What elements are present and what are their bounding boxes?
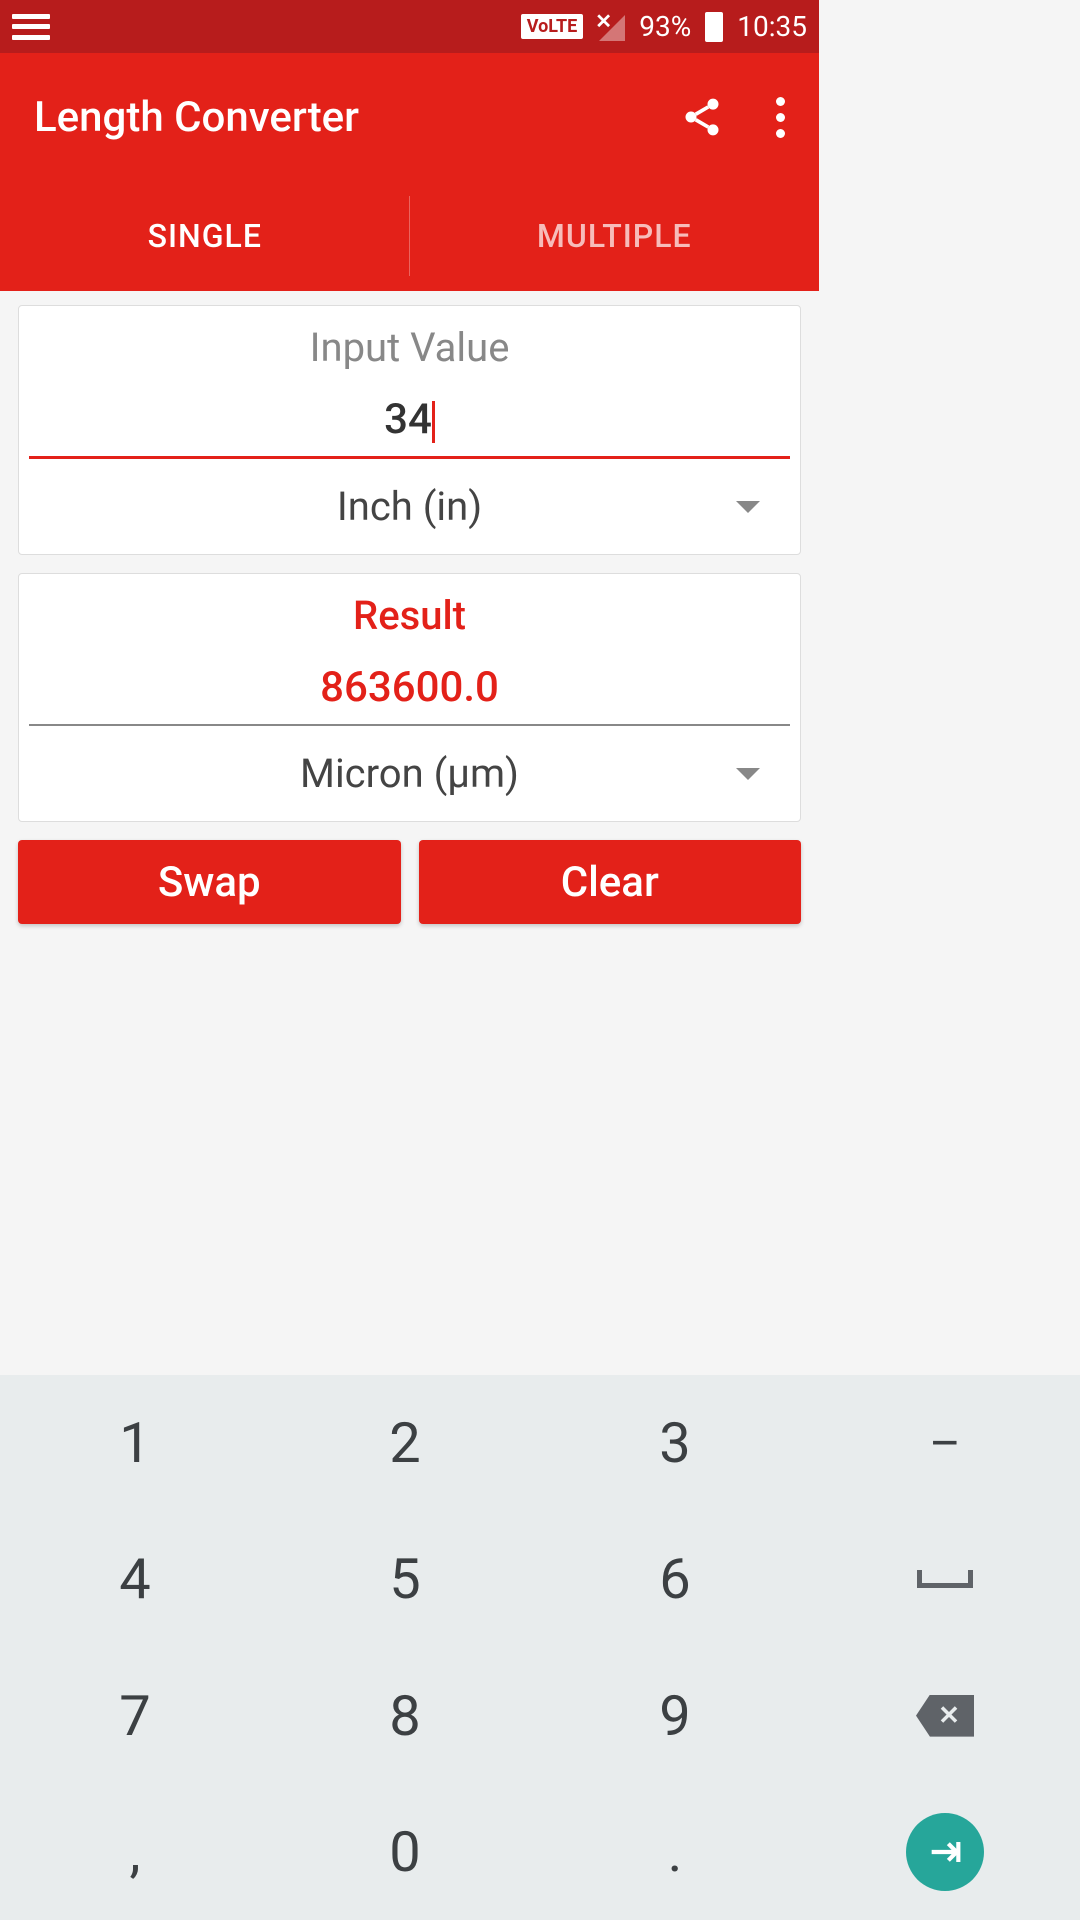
volte-badge: VoLTE [521, 14, 584, 39]
key-0[interactable]: 0 [270, 1784, 540, 1920]
tab-multiple[interactable]: MULTIPLE [410, 181, 820, 291]
battery-percent: 93% [639, 10, 691, 43]
key-7[interactable]: 7 [0, 1648, 270, 1784]
key-8[interactable]: 8 [270, 1648, 540, 1784]
tabs: SINGLE MULTIPLE [0, 181, 819, 291]
key-dot[interactable]: . [540, 1784, 810, 1920]
input-label: Input Value [29, 324, 790, 371]
key-6[interactable]: 6 [540, 1511, 810, 1647]
result-unit-text: Micron (µm) [300, 750, 519, 797]
enter-icon [906, 1813, 984, 1891]
result-unit-dropdown[interactable]: Micron (µm) [29, 726, 790, 821]
content-area: Input Value 34 Inch (in) Result 863600.0… [0, 291, 819, 938]
result-label: Result [29, 592, 790, 639]
share-icon[interactable] [680, 95, 724, 139]
input-value-field[interactable]: 34 [29, 395, 790, 459]
clear-button[interactable]: Clear [419, 840, 802, 924]
text-cursor [432, 401, 435, 443]
key-5[interactable]: 5 [270, 1511, 540, 1647]
tab-single[interactable]: SINGLE [0, 181, 410, 291]
input-value: 34 [384, 395, 432, 444]
status-bar: VoLTE ✕ 93% 10:35 [0, 0, 819, 53]
key-minus[interactable]: – [810, 1375, 1080, 1511]
result-value: 863600.0 [320, 663, 499, 712]
input-card: Input Value 34 Inch (in) [18, 305, 801, 555]
signal-icon: ✕ [597, 13, 625, 41]
numeric-keyboard: 1 2 3 – 4 5 6 7 8 9 ✕ , 0 . [0, 1375, 1080, 1920]
app-actions [680, 95, 785, 139]
key-1[interactable]: 1 [0, 1375, 270, 1511]
key-4[interactable]: 4 [0, 1511, 270, 1647]
keyboard-status-icon [12, 14, 50, 40]
battery-icon [705, 12, 723, 42]
swap-button[interactable]: Swap [18, 840, 401, 924]
key-enter[interactable] [810, 1784, 1080, 1920]
result-value-field: 863600.0 [29, 663, 790, 726]
key-backspace[interactable]: ✕ [810, 1648, 1080, 1784]
status-time: 10:35 [737, 10, 807, 43]
space-icon [917, 1570, 973, 1588]
chevron-down-icon [736, 768, 760, 780]
app-bar: Length Converter [0, 53, 819, 181]
key-9[interactable]: 9 [540, 1648, 810, 1784]
input-unit-text: Inch (in) [337, 483, 482, 530]
result-card: Result 863600.0 Micron (µm) [18, 573, 801, 822]
chevron-down-icon [736, 501, 760, 513]
status-right: VoLTE ✕ 93% 10:35 [521, 10, 807, 43]
key-3[interactable]: 3 [540, 1375, 810, 1511]
key-comma[interactable]: , [0, 1784, 270, 1920]
key-2[interactable]: 2 [270, 1375, 540, 1511]
backspace-icon: ✕ [916, 1695, 974, 1737]
more-icon[interactable] [776, 97, 785, 138]
app-title: Length Converter [34, 93, 359, 142]
input-unit-dropdown[interactable]: Inch (in) [29, 459, 790, 554]
button-row: Swap Clear [18, 840, 801, 924]
status-left [12, 14, 50, 40]
key-space[interactable] [810, 1511, 1080, 1647]
